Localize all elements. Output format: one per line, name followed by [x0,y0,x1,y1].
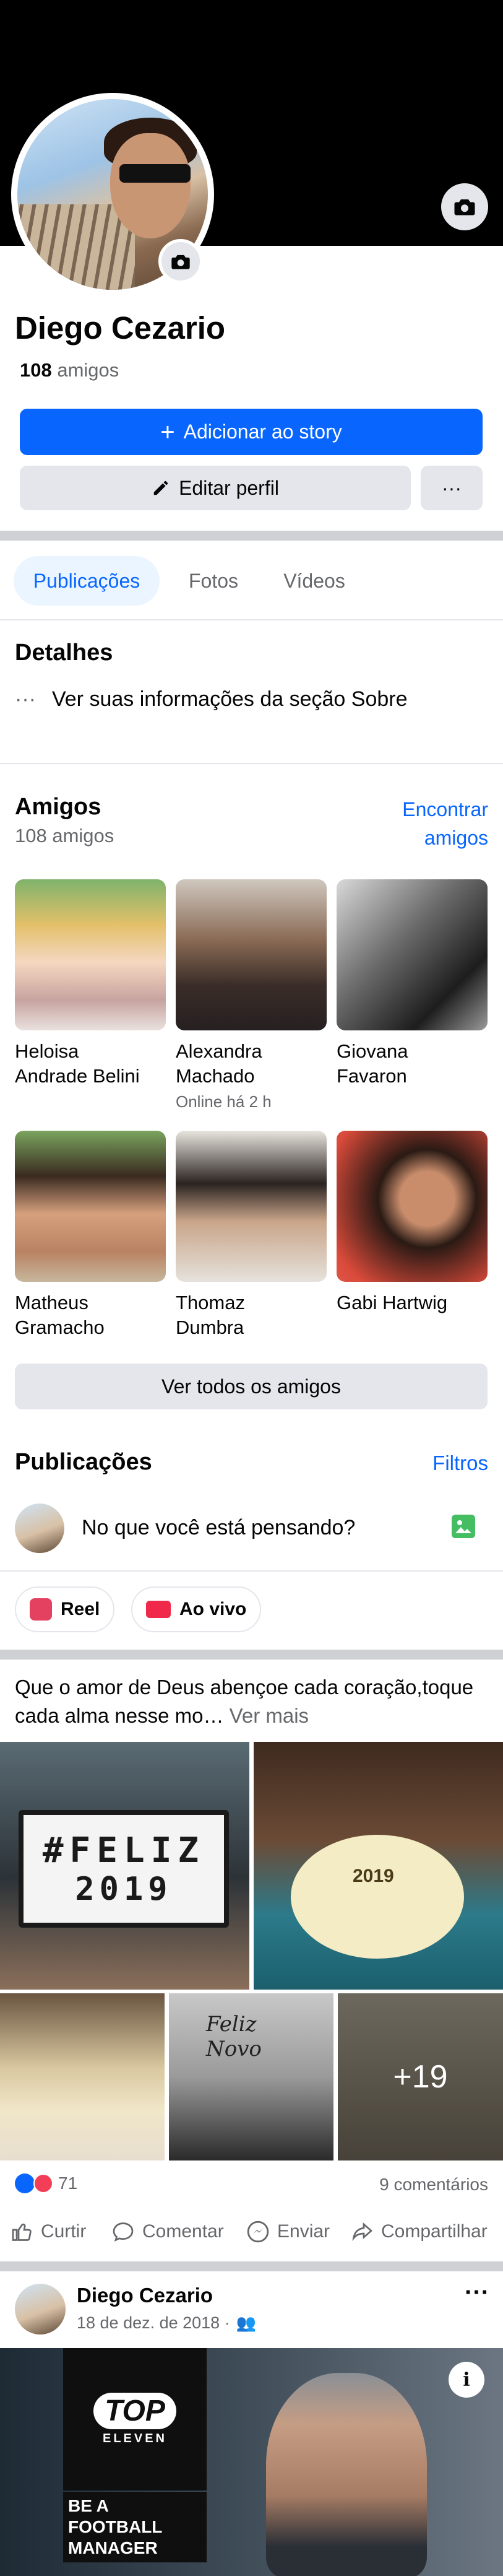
see-all-friends-button[interactable]: Ver todos os amigos [15,1364,488,1409]
comment-icon [113,2222,134,2242]
friends-audience-icon: 👥 [236,2313,257,2332]
photo-icon[interactable] [452,1515,475,1538]
ad-info-icon[interactable]: i [449,2362,484,2398]
top-eleven-logo: TOP ELEVEN [63,2348,207,2491]
post-text: Que o amor de Deus abençoe cada coração,… [15,1676,474,1727]
more-photos-tile[interactable]: +19 [338,1993,503,2160]
friend-photo [337,879,488,1030]
comment-button[interactable]: Comentar [111,2213,224,2250]
ad-tagline: BE A FOOTBALL MANAGER [63,2492,207,2562]
more-dots-icon: ··· [15,687,36,711]
like-icon [12,2223,32,2241]
friend-photo [15,1131,166,1282]
avatar-camera-button[interactable] [158,239,203,284]
posts-title: Publicações [15,1449,152,1475]
friend-photo [176,879,327,1030]
friend-card[interactable]: Alexandra Machado Online há 2 h [176,879,327,1112]
section-divider [0,531,503,541]
details-title: Detalhes [15,640,113,666]
friend-card[interactable]: Heloisa Andrade Belini [15,879,166,1089]
reel-icon [30,1598,52,1621]
live-button[interactable]: Ao vivo [131,1586,262,1632]
cover-camera-button[interactable] [441,183,488,230]
friend-photo [15,879,166,1030]
post-photo[interactable]: 2019 [254,1742,503,1990]
post-photo[interactable] [0,1993,165,2160]
friend-photo [176,1131,327,1282]
like-button[interactable]: Curtir [11,2213,86,2250]
like-reaction-icon [15,2174,35,2193]
pencil-icon [153,481,168,495]
filters-link[interactable]: Filtros [432,1451,488,1475]
about-link[interactable]: ··· Ver suas informações da seção Sobre [15,687,408,711]
friend-card[interactable]: Matheus Gramacho [15,1131,166,1340]
friends-title: Amigos [15,794,101,820]
friend-card[interactable]: Thomaz Dumbra [176,1131,327,1340]
friend-photo [337,1131,488,1282]
camera-icon [171,255,190,269]
profile-name: Diego Cezario [15,310,226,346]
see-more-link[interactable]: Ver mais [230,1704,309,1727]
online-status: Online há 2 h [176,1092,272,1111]
tab-publicacoes[interactable]: Publicações [14,556,160,606]
ad-person-image [266,2373,427,2576]
love-reaction-icon [33,2174,53,2193]
post-author-name[interactable]: Diego Cezario [77,2284,213,2307]
share-button[interactable]: Compartilhar [350,2213,488,2250]
post-photo[interactable]: Feliz Novo [169,1993,333,2160]
tab-fotos[interactable]: Fotos [173,556,254,606]
tab-videos[interactable]: Vídeos [267,556,361,606]
post-more-button[interactable]: ··· [465,2279,489,2307]
sponsored-ad[interactable]: TOP ELEVEN BE A FOOTBALL MANAGER i [0,2348,503,2576]
post-date: 18 de dez. de 2018 · 👥 [77,2313,257,2332]
edit-profile-button[interactable]: Editar perfil [20,466,411,510]
post-photo[interactable]: #FELIZ 2019 [0,1742,249,1990]
composer-avatar[interactable] [15,1503,64,1553]
plus-icon: + [160,418,175,446]
friend-card[interactable]: Giovana Favaron [337,879,488,1089]
profile-more-button[interactable]: ··· [421,466,483,510]
send-button[interactable]: Enviar [246,2213,330,2250]
reactions-summary[interactable]: 71 [15,2174,77,2193]
find-friends-link[interactable]: Encontrar amigos [402,795,488,852]
friends-subtitle: 108 amigos [15,825,114,846]
messenger-icon [247,2221,269,2243]
reel-button[interactable]: Reel [15,1586,115,1632]
live-video-icon [146,1601,171,1618]
friends-count[interactable]: 108 amigos [20,359,119,381]
camera-icon [454,199,475,215]
composer-input[interactable]: No que você está pensando? [82,1516,355,1540]
friend-card[interactable]: Gabi Hartwig [337,1131,488,1315]
post-author-avatar[interactable] [15,2284,66,2334]
add-story-button[interactable]: + Adicionar ao story [20,409,483,455]
comments-count[interactable]: 9 comentários [379,2175,488,2195]
share-icon [352,2222,373,2242]
